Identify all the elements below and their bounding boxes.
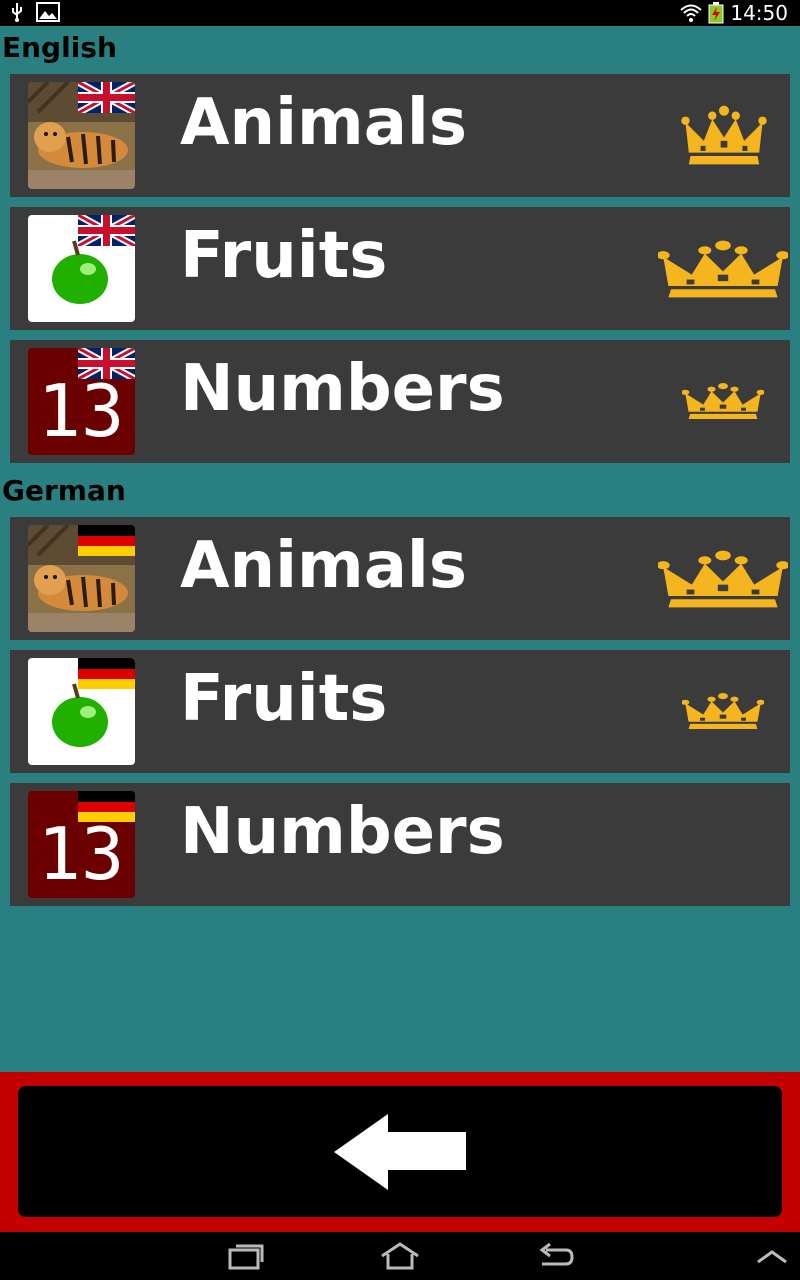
back-arrow-icon (334, 1114, 466, 1190)
image-notification-icon (36, 2, 60, 22)
number-thumbnail-text: 13 (38, 369, 125, 453)
status-bar: 14:50 (0, 0, 800, 26)
section-title-german: German (2, 474, 126, 507)
chevron-up-icon[interactable] (754, 1240, 790, 1272)
list-item-english-fruits[interactable]: Fruits (10, 207, 790, 330)
list-item-english-animals[interactable]: Animals (10, 74, 790, 197)
crown-icon (658, 240, 788, 298)
section-title-english: English (2, 31, 117, 64)
status-clock: 14:50 (730, 1, 788, 25)
battery-charging-icon (708, 2, 724, 24)
number-thumbnail: 13 (28, 348, 135, 455)
crown-icon (658, 550, 788, 608)
home-icon[interactable] (378, 1240, 422, 1272)
list-item-label: Fruits (180, 219, 388, 293)
list-item-label: Numbers (180, 795, 505, 869)
number-thumbnail: 13 (28, 791, 135, 898)
list-item-label: Animals (180, 529, 467, 603)
crown-icon (682, 693, 764, 729)
list-item-german-animals[interactable]: Animals (10, 517, 790, 640)
apple-thumbnail (28, 215, 135, 322)
uk-flag-icon (78, 82, 135, 113)
uk-flag-icon (78, 348, 135, 379)
crown-icon (681, 105, 767, 165)
recent-apps-icon[interactable] (226, 1240, 266, 1272)
wifi-icon (680, 4, 703, 22)
list-item-english-numbers[interactable]: 13 Numbers (10, 340, 790, 463)
germany-flag-icon (78, 525, 135, 556)
crown-icon (682, 383, 764, 419)
uk-flag-icon (78, 215, 135, 246)
back-button[interactable] (18, 1086, 782, 1217)
germany-flag-icon (78, 658, 135, 689)
back-nav-icon[interactable] (536, 1240, 576, 1272)
germany-flag-icon (78, 791, 135, 822)
tiger-thumbnail (28, 82, 135, 189)
apple-thumbnail (28, 658, 135, 765)
usb-icon (12, 3, 22, 22)
tiger-thumbnail (28, 525, 135, 632)
number-thumbnail-text: 13 (38, 812, 125, 896)
list-item-label: Animals (180, 86, 467, 160)
bottom-bar (0, 1072, 800, 1232)
system-nav-bar (0, 1232, 800, 1280)
list-item-german-numbers[interactable]: 13 Numbers (10, 783, 790, 906)
list-item-label: Numbers (180, 352, 505, 426)
list-item-label: Fruits (180, 662, 388, 736)
list-item-german-fruits[interactable]: Fruits (10, 650, 790, 773)
